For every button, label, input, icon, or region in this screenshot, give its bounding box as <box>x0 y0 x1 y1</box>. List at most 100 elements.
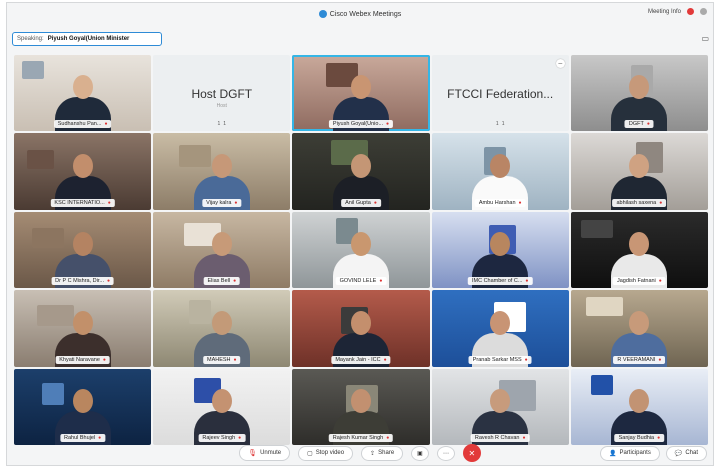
panel-controls: 👤 Participants 💬 Chat <box>599 445 707 461</box>
participant-tile[interactable]: Ravesh R Chavan ● <box>431 368 569 445</box>
participant-tile[interactable]: Rajeev Singh ● <box>153 368 291 445</box>
end-meeting-button[interactable]: ✕ <box>462 444 481 462</box>
participant-name: MAHESH <box>207 356 231 363</box>
person-head <box>211 153 232 178</box>
participant-name: Mayank Jain - ICC <box>335 356 381 363</box>
muted-mic-icon: ● <box>658 278 662 285</box>
speaking-label: Speaking: <box>17 36 44 42</box>
muted-mic-icon: ● <box>234 199 238 206</box>
participants-button[interactable]: 👤 Participants <box>599 445 660 461</box>
participant-tile[interactable]: FTCCI Federation... 1 1 – <box>431 55 569 132</box>
chat-icon: 💬 <box>674 450 683 457</box>
person-head <box>211 310 232 335</box>
participant-name-label: Piyush Goyal(Unio... ● <box>328 120 394 129</box>
muted-mic-icon: ● <box>657 435 661 441</box>
apps-button[interactable]: ▣ <box>411 445 429 461</box>
share-button[interactable]: ⇪ Share <box>361 445 404 461</box>
participant-stats: 11 <box>218 121 227 127</box>
participant-tile[interactable]: Piyush Goyal(Unio... ● <box>292 55 430 132</box>
webex-window: Cisco Webex Meetings Meeting Info Speaki… <box>6 2 714 466</box>
participant-name: R VEERAMANI <box>617 356 656 363</box>
participant-tile[interactable]: Host DGFT Host 1 1 <box>153 55 291 132</box>
participant-name: Jagdish Fatnani <box>616 278 656 285</box>
participant-tile[interactable]: Sudhanshu Pan... ● <box>14 55 152 132</box>
participant-name-label: Vijay kalra ● <box>202 198 242 207</box>
participant-tile[interactable]: MAHESH ● <box>153 290 291 367</box>
participant-tile[interactable]: Sanjay Budhia ● <box>570 368 708 445</box>
person-head <box>629 310 650 335</box>
muted-mic-icon: 🎙 <box>248 450 258 457</box>
participant-tile[interactable]: Pranab Sarkar MSS ● <box>431 290 569 367</box>
participant-name: Vijay kalra <box>206 199 232 206</box>
participant-name-label: Dr P C Mishra, Dir... ● <box>51 277 115 286</box>
muted-mic-icon: ● <box>524 356 528 363</box>
window-menu-icon[interactable] <box>700 8 707 15</box>
participant-tile[interactable]: Vijay kalra ● <box>153 133 291 210</box>
participant-tile[interactable]: Anil Gupta ● <box>292 133 430 210</box>
participant-name: Rajesh Kumar Singh <box>332 435 384 441</box>
participant-name: Dr P C Mishra, Dir... <box>55 278 104 285</box>
muted-mic-icon: ● <box>102 356 106 363</box>
participant-placeholder-name: FTCCI Federation... <box>447 87 554 101</box>
participant-name-label: DGFT ● <box>624 120 654 129</box>
participant-name: KSC INTERNATIO... <box>54 199 105 206</box>
participant-name: Sanjay Budhia <box>618 435 655 441</box>
person-head <box>490 232 511 257</box>
person-head <box>211 389 232 413</box>
person-head <box>629 232 650 257</box>
person-head <box>350 153 371 178</box>
participant-tile[interactable]: R VEERAMANI ● <box>570 290 708 367</box>
minimize-tile-icon[interactable]: – <box>555 59 565 68</box>
participant-tile[interactable]: Rahul Bhujel ● <box>14 368 152 445</box>
participant-name: GOVIND LELE <box>339 278 377 285</box>
participant-tile[interactable]: IMC Chamber of C... ● <box>431 211 569 289</box>
more-options-button[interactable]: ⋯ <box>436 445 455 461</box>
recording-indicator-icon <box>687 8 694 15</box>
muted-mic-icon: ● <box>238 435 242 441</box>
muted-mic-icon: ● <box>522 435 526 441</box>
participant-tile[interactable]: abhilash saxena ● <box>570 133 708 210</box>
participant-name: Anil Gupta <box>345 199 371 206</box>
participant-name-label: Rahul Bhujel ● <box>59 434 106 442</box>
unmute-button[interactable]: 🎙 Unmute <box>239 445 291 461</box>
person-head <box>350 389 371 413</box>
participant-name: Sudhanshu Pan... <box>57 121 102 128</box>
participant-tile[interactable]: Mayank Jain - ICC ● <box>292 290 430 367</box>
participant-tile[interactable]: GOVIND LELE ● <box>292 211 430 289</box>
participant-tile[interactable]: DGFT ● <box>570 55 708 132</box>
meeting-info-button[interactable]: Meeting Info <box>648 9 681 15</box>
participant-name-label: Rajeev Singh ● <box>198 434 246 442</box>
participant-name: DGFT <box>628 121 644 128</box>
stop-video-label: Stop video <box>315 450 345 456</box>
participant-tile[interactable]: KSC INTERNATIO... ● <box>14 133 152 210</box>
muted-mic-icon: ● <box>659 199 663 206</box>
muted-mic-icon: ● <box>525 278 529 285</box>
participant-name: Rajeev Singh <box>202 435 236 441</box>
participant-tile[interactable]: Dr P C Mishra, Dir... ● <box>14 211 152 289</box>
participant-tile[interactable]: Rajesh Kumar Singh ● <box>292 368 430 445</box>
participant-name-label: MAHESH ● <box>203 355 241 364</box>
muted-mic-icon: ● <box>646 121 650 128</box>
muted-mic-icon: ● <box>386 435 390 441</box>
participant-name: Khyati Naravane <box>59 356 100 363</box>
participant-placeholder-name: Host DGFT <box>191 87 253 101</box>
participant-name: IMC Chamber of C... <box>471 278 523 285</box>
chat-button[interactable]: 💬 Chat <box>665 445 707 461</box>
participant-tile[interactable]: Jagdish Fatnani ● <box>570 211 708 289</box>
participant-name-label: Khyati Naravane ● <box>55 355 110 364</box>
participant-stats: 11 <box>496 121 505 127</box>
person-head <box>72 310 93 335</box>
participant-tile[interactable]: Ambu Harshan ● <box>431 133 569 210</box>
stat-value: 1 <box>217 121 221 128</box>
participant-tile[interactable]: Khyati Naravane ● <box>14 290 152 367</box>
participant-role: Host <box>216 103 227 109</box>
person-head <box>72 153 93 178</box>
participant-tile[interactable]: Elias Bell ● <box>153 211 291 289</box>
participant-name: Ambu Harshan <box>478 199 516 206</box>
apps-icon: ▣ <box>417 450 423 457</box>
stop-video-button[interactable]: ▢ Stop video <box>298 445 354 461</box>
video-icon: ▢ <box>307 450 313 457</box>
stat-value: 1 <box>223 121 227 128</box>
participants-icon: 👤 <box>608 450 617 457</box>
layout-toggle-icon[interactable]: ▭ <box>701 34 709 43</box>
